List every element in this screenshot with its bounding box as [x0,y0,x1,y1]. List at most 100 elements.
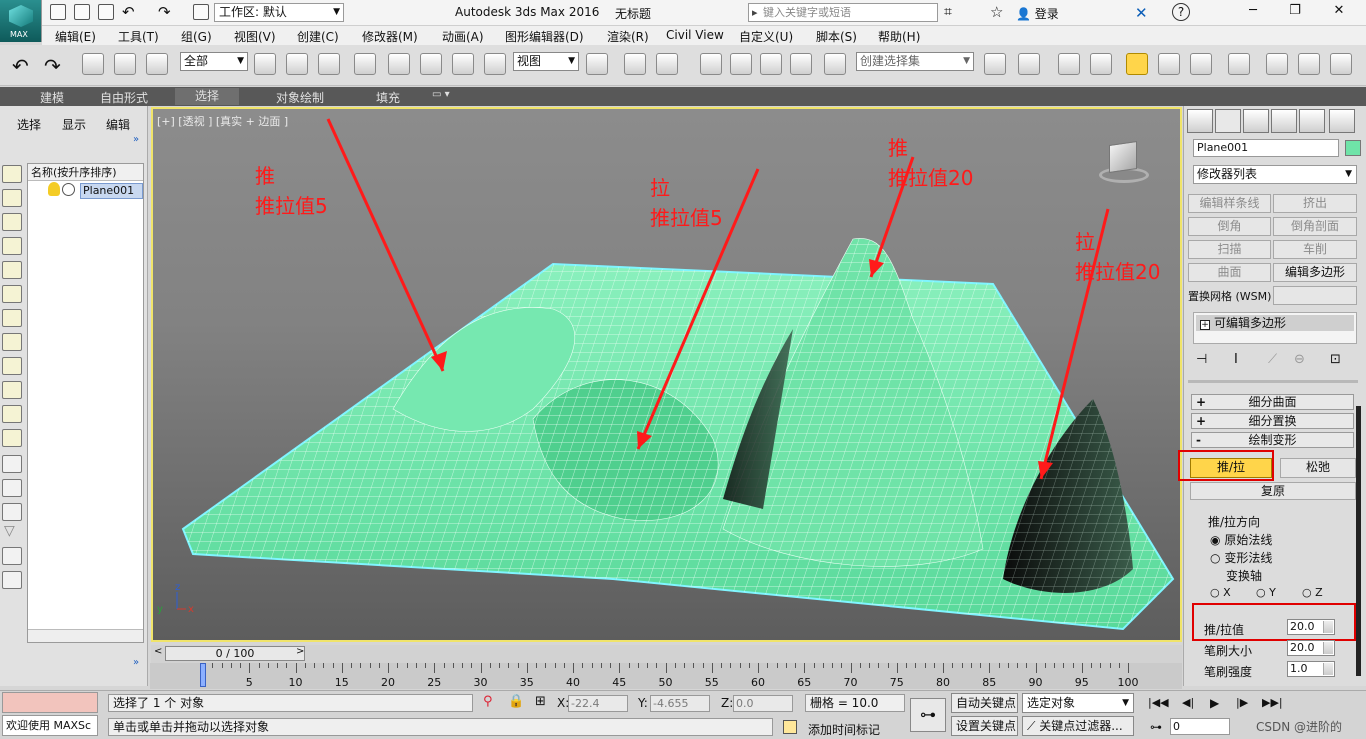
unlink-icon[interactable] [114,53,136,75]
menu-tools[interactable]: 工具(T) [118,28,159,45]
display-all-icon[interactable] [2,479,22,497]
save-file-icon[interactable] [98,4,114,20]
object-name-field[interactable]: Plane001 [1193,139,1339,157]
display-hidden-icon[interactable] [2,455,22,473]
surface-button[interactable]: 曲面 [1188,263,1271,282]
search-input[interactable]: 键入关键字或短语 [748,3,938,22]
display-helpers-icon[interactable] [2,285,22,303]
tab-create-icon[interactable] [1187,109,1213,133]
expand-plus-icon[interactable]: + [1200,320,1210,330]
snaps-toggle-icon[interactable] [700,53,722,75]
display-groups-icon[interactable] [2,333,22,351]
next-frame-icon[interactable]: > [296,646,304,657]
expand-chevron-icon[interactable]: » [133,657,139,668]
undo-icon[interactable]: ↶ [12,54,29,78]
display-bones-icon[interactable] [2,381,22,399]
stack-item[interactable]: + 可编辑多边形 [1196,315,1354,331]
close-window-button[interactable]: ✕ [1326,3,1352,18]
brush-size-spinner[interactable]: 20.0 [1287,640,1335,656]
show-end-result-icon[interactable]: Ι [1234,352,1238,367]
menu-animation[interactable]: 动画(A) [442,28,484,45]
maxscript-mini-listener[interactable]: 欢迎使用 MAXSc [2,715,98,736]
viewcube-icon[interactable] [1093,139,1153,187]
tab-hierarchy-icon[interactable] [1243,109,1269,133]
axis-y-radio[interactable]: ○ Y [1256,586,1276,599]
explorer-tab-select[interactable]: 选择 [17,116,41,133]
rollout-paint-deformation[interactable]: - 绘制变形 [1191,432,1354,448]
auto-key-button[interactable]: 自动关键点 [951,693,1018,713]
menu-scripting[interactable]: 脚本(S) [816,28,857,45]
edit-named-sets-icon[interactable] [824,53,846,75]
spinner-snap-icon[interactable] [790,53,812,75]
visibility-circle-icon[interactable] [62,183,75,196]
columns-icon[interactable] [2,571,22,589]
schematic-view-icon[interactable] [1190,53,1212,75]
move-icon[interactable] [388,53,410,75]
tab-populate[interactable]: 填充 [376,89,400,106]
lathe-button[interactable]: 车削 [1273,240,1357,259]
menu-group[interactable]: 组(G) [181,28,212,45]
display-cameras-icon[interactable] [2,261,22,279]
bevel-button[interactable]: 倒角 [1188,217,1271,236]
relax-button[interactable]: 松弛 [1280,458,1356,478]
menu-modifiers[interactable]: 修改器(M) [362,28,418,45]
menu-help[interactable]: 帮助(H) [878,28,920,45]
tab-modify-icon[interactable] [1215,109,1241,133]
select-manipulate-icon[interactable] [624,53,646,75]
tab-modeling[interactable]: 建模 [40,89,64,106]
axis-z-radio[interactable]: ○ Z [1302,586,1323,599]
time-slider[interactable]: 0 / 100 [165,646,305,661]
curve-editor-icon[interactable] [1158,53,1180,75]
find-icon[interactable] [2,547,22,565]
configure-sets-icon[interactable]: ⊡ [1330,352,1341,367]
y-coordinate-input[interactable]: -4.655 [650,695,710,712]
rendered-frame-icon[interactable] [1298,53,1320,75]
menu-create[interactable]: 创建(C) [297,28,339,45]
display-xrefs-icon[interactable] [2,357,22,375]
login-button[interactable]: 👤 登录 [1016,5,1059,22]
display-geometry-icon[interactable] [2,189,22,207]
display-shapes-icon[interactable] [2,213,22,231]
binoculars-icon[interactable]: ⌗ [944,4,952,20]
displace-mesh-label[interactable]: 置换网格 (WSM) [1188,288,1271,304]
menu-customize[interactable]: 自定义(U) [739,28,793,45]
play-icon[interactable]: ▶ [1210,696,1219,710]
expand-chevron-icon[interactable]: » [133,134,139,145]
scale-icon[interactable] [452,53,474,75]
go-to-start-icon[interactable]: |◀◀ [1148,696,1169,709]
name-column-header[interactable]: 名称(按升序排序) [28,164,143,181]
add-time-tag-icon[interactable] [783,720,797,734]
tab-motion-icon[interactable] [1271,109,1297,133]
pin-stack-icon[interactable]: ⊣ [1196,352,1207,367]
menu-edit[interactable]: 编辑(E) [55,28,96,45]
set-key-button[interactable]: 设置关键点 [951,716,1018,736]
revert-button[interactable]: 复原 [1190,482,1356,500]
timeline-current-frame-marker[interactable] [200,663,206,687]
tab-object-paint[interactable]: 对象绘制 [276,89,324,106]
maxscript-listener[interactable] [2,692,98,713]
display-lights-icon[interactable] [2,237,22,255]
prev-frame-icon[interactable]: < [154,646,162,657]
x-coordinate-input[interactable]: -22.4 [568,695,628,712]
minimize-button[interactable]: ─ [1240,3,1266,18]
help-icon[interactable]: ? [1172,3,1190,21]
max-logo-button[interactable]: MAX [0,0,42,42]
scene-explorer-icon[interactable] [1058,53,1080,75]
make-unique-icon[interactable]: ⟋ [1268,352,1277,367]
display-containers-icon[interactable] [2,405,22,423]
percent-snap-icon[interactable] [760,53,782,75]
project-folder-icon[interactable] [193,4,209,20]
remove-modifier-icon[interactable]: ⊖ [1294,352,1305,367]
invert-display-icon[interactable] [2,503,22,521]
edit-spline-button[interactable]: 编辑样条线 [1188,194,1271,213]
key-mode-icon[interactable]: ⊶ [910,698,946,732]
add-time-tag-label[interactable]: 添加时间标记 [808,721,880,738]
display-spacewarps-icon[interactable] [2,309,22,327]
select-by-name-icon[interactable] [286,53,308,75]
lightbulb-icon[interactable] [48,182,60,196]
object-color-swatch[interactable] [1345,140,1361,156]
menu-rendering[interactable]: 渲染(R) [607,28,649,45]
favorites-star-icon[interactable]: ☆ [990,3,1003,21]
next-frame-icon[interactable]: |▶ [1236,696,1248,709]
bind-space-warp-icon[interactable] [146,53,168,75]
